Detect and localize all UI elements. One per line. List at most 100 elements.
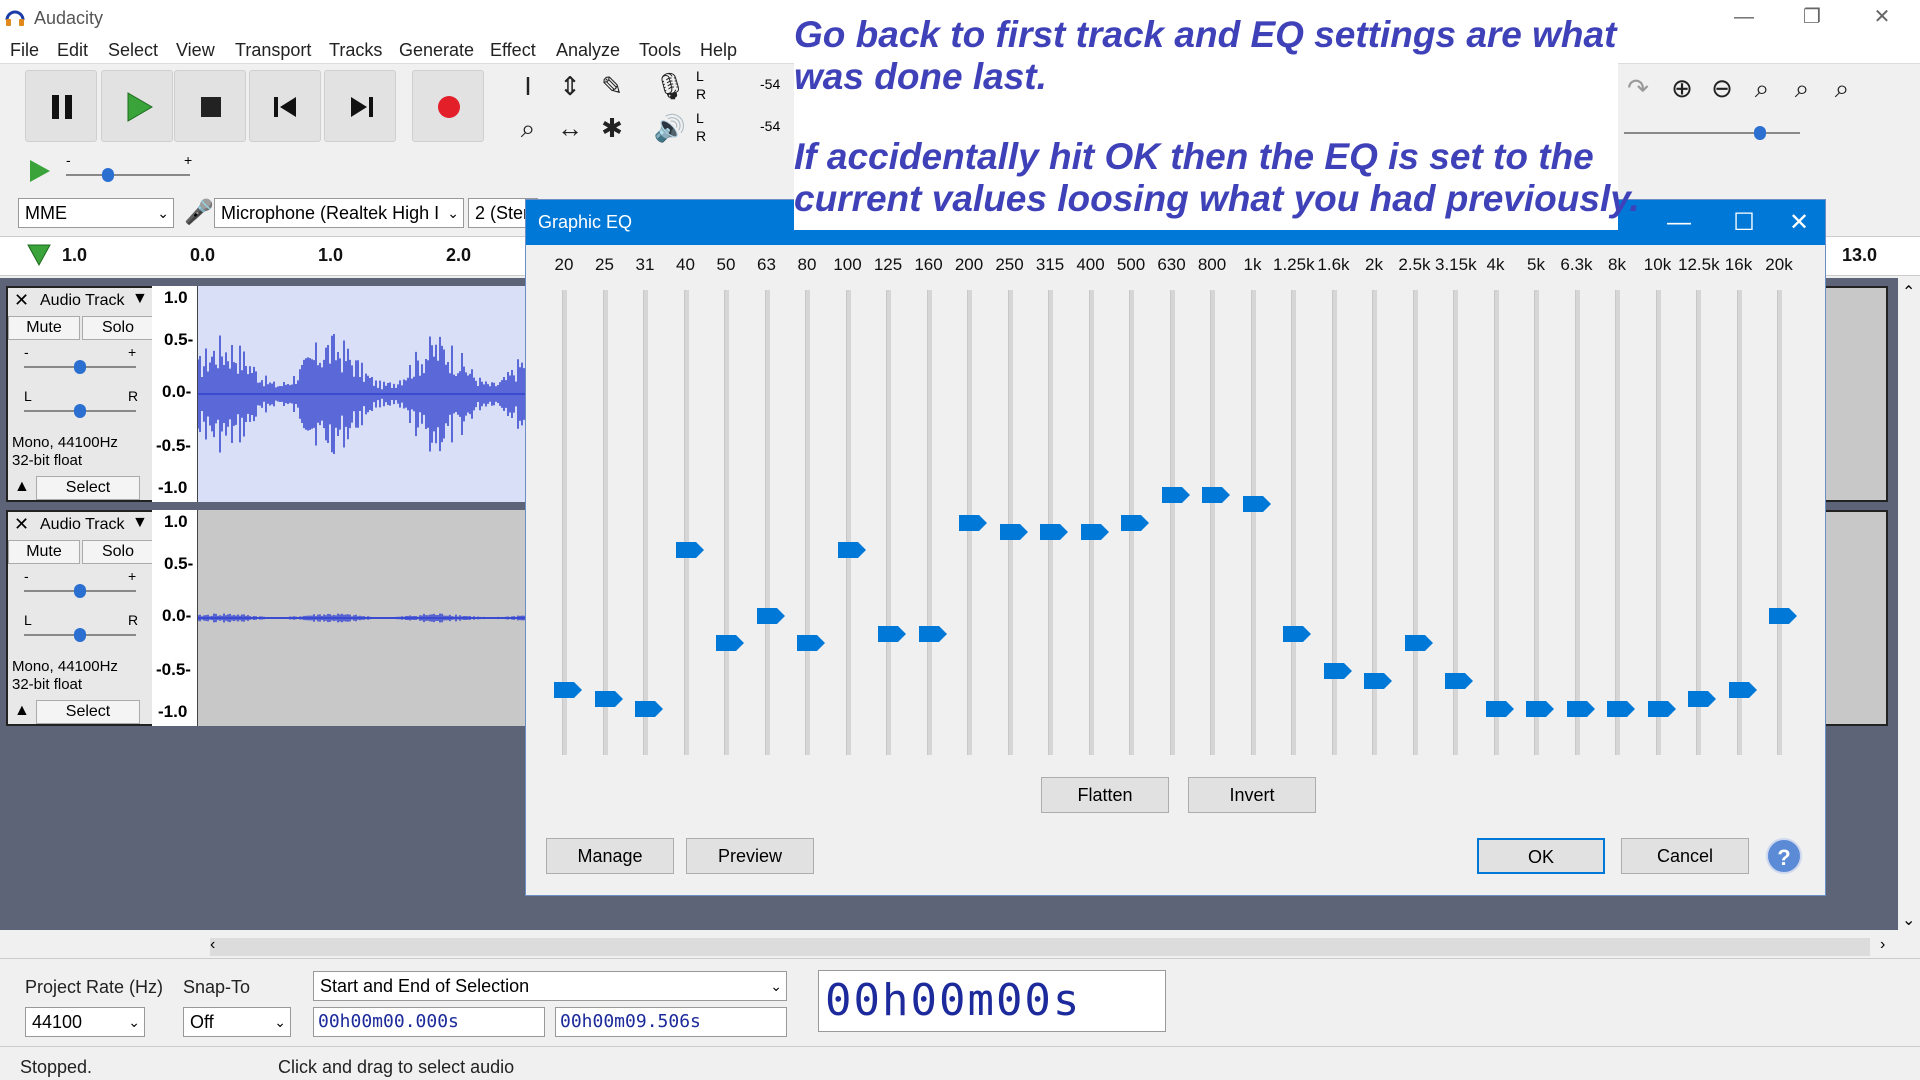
- ok-button[interactable]: OK: [1477, 838, 1605, 874]
- eq-band-thumb[interactable]: [1769, 607, 1797, 624]
- scroll-left-icon[interactable]: ‹: [210, 936, 215, 954]
- menu-transport[interactable]: Transport: [235, 40, 311, 61]
- eq-band-thumb[interactable]: [1121, 514, 1149, 531]
- eq-band-track[interactable]: [1007, 290, 1013, 755]
- restore-button[interactable]: ❐: [1784, 0, 1840, 34]
- eq-band-track[interactable]: [1331, 290, 1337, 755]
- eq-band-thumb[interactable]: [1526, 700, 1554, 717]
- eq-band-track[interactable]: [1696, 290, 1701, 755]
- microphone-icon[interactable]: 🎙: [652, 68, 688, 104]
- pause-button[interactable]: [25, 70, 97, 142]
- draw-tool-icon[interactable]: ✎: [594, 68, 630, 104]
- waveform-track-2[interactable]: [197, 510, 526, 726]
- menu-analyze[interactable]: Analyze: [556, 40, 620, 61]
- eq-band-track[interactable]: [1412, 290, 1418, 755]
- menu-file[interactable]: File: [10, 40, 39, 61]
- eq-band-thumb[interactable]: [1161, 486, 1190, 503]
- envelope-tool-icon[interactable]: ⇕: [552, 68, 588, 104]
- eq-band-thumb[interactable]: [1607, 700, 1635, 717]
- host-select[interactable]: MME ⌄: [18, 198, 174, 228]
- track-name-menu[interactable]: Audio Track: [40, 292, 124, 310]
- eq-band-thumb[interactable]: [1647, 700, 1676, 717]
- gain-slider-thumb[interactable]: [74, 584, 86, 598]
- speaker-icon[interactable]: 🔊: [652, 110, 688, 146]
- menu-edit[interactable]: Edit: [57, 40, 88, 61]
- eq-band-track[interactable]: [602, 290, 608, 755]
- audio-position-display[interactable]: 00h00m00s: [818, 970, 1166, 1032]
- play-meter-level[interactable]: -54: [760, 118, 780, 134]
- vertical-scrollbar[interactable]: [1898, 278, 1920, 930]
- selection-end-time[interactable]: 00h00m09.506s: [555, 1007, 787, 1037]
- speed-slider-thumb[interactable]: [102, 168, 114, 182]
- eq-band-thumb[interactable]: [1485, 700, 1514, 717]
- flatten-button[interactable]: Flatten: [1041, 777, 1169, 813]
- menu-effect[interactable]: Effect: [490, 40, 536, 61]
- eq-band-thumb[interactable]: [594, 691, 623, 708]
- select-track-button[interactable]: Select: [36, 476, 140, 500]
- eq-band-thumb[interactable]: [1202, 486, 1230, 503]
- eq-band-thumb[interactable]: [1283, 626, 1311, 643]
- record-meter-level[interactable]: -54: [760, 76, 780, 92]
- collapse-icon[interactable]: ▲: [14, 478, 30, 496]
- eq-band-thumb[interactable]: [635, 700, 663, 717]
- redo-icon[interactable]: ↷: [1620, 70, 1656, 106]
- close-icon[interactable]: ✕: [14, 290, 29, 311]
- scroll-down-icon[interactable]: ⌄: [1902, 910, 1915, 930]
- close-button[interactable]: ✕: [1854, 0, 1910, 34]
- menu-view[interactable]: View: [176, 40, 215, 61]
- stop-button[interactable]: [174, 70, 246, 142]
- eq-band-thumb[interactable]: [797, 635, 825, 652]
- invert-button[interactable]: Invert: [1188, 777, 1316, 813]
- horizontal-scrollbar[interactable]: [210, 938, 1870, 956]
- eq-band-thumb[interactable]: [1404, 635, 1433, 652]
- menu-tracks[interactable]: Tracks: [329, 40, 382, 61]
- gain-slider-thumb[interactable]: [74, 360, 86, 374]
- selection-tool-icon[interactable]: I: [510, 68, 546, 104]
- eq-band-thumb[interactable]: [1323, 663, 1352, 680]
- selection-start-time[interactable]: 00h00m00.000s: [313, 1007, 545, 1037]
- eq-band-thumb[interactable]: [1364, 672, 1392, 689]
- play-button[interactable]: [101, 70, 173, 142]
- eq-band-thumb[interactable]: [959, 514, 987, 531]
- eq-band-track[interactable]: [1048, 290, 1053, 755]
- eq-band-thumb[interactable]: [918, 626, 947, 643]
- record-button[interactable]: [412, 70, 484, 142]
- eq-band-thumb[interactable]: [1040, 523, 1068, 540]
- close-icon[interactable]: ✕: [14, 514, 29, 535]
- skip-end-button[interactable]: [324, 70, 396, 142]
- eq-band-track[interactable]: [1493, 290, 1499, 755]
- eq-band-track[interactable]: [1291, 290, 1296, 755]
- eq-band-thumb[interactable]: [1445, 672, 1473, 689]
- eq-band-track[interactable]: [764, 290, 770, 755]
- collapse-icon[interactable]: ▲: [14, 702, 30, 720]
- fit-project-icon[interactable]: ⌕: [1784, 70, 1820, 106]
- zoom-tool-icon[interactable]: ⌕: [510, 110, 546, 146]
- preview-button[interactable]: Preview: [686, 838, 814, 874]
- snap-to-select[interactable]: Off ⌄: [183, 1007, 291, 1037]
- eq-band-thumb[interactable]: [716, 635, 744, 652]
- zoom-in-icon[interactable]: ⊕: [1664, 70, 1700, 106]
- solo-button[interactable]: Solo: [82, 540, 154, 564]
- eq-band-track[interactable]: [1534, 290, 1539, 755]
- project-rate-select[interactable]: 44100 ⌄: [25, 1007, 145, 1037]
- menu-select[interactable]: Select: [108, 40, 158, 61]
- eq-band-thumb[interactable]: [837, 542, 866, 559]
- fit-selection-icon[interactable]: ⌕: [1744, 70, 1780, 106]
- zoom-toggle-icon[interactable]: ⌕: [1824, 70, 1860, 106]
- eq-band-track[interactable]: [1169, 290, 1175, 755]
- select-track-button[interactable]: Select: [36, 700, 140, 724]
- eq-band-track[interactable]: [1655, 290, 1661, 755]
- mute-button[interactable]: Mute: [8, 540, 80, 564]
- eq-band-thumb[interactable]: [554, 681, 582, 698]
- cancel-button[interactable]: Cancel: [1621, 838, 1749, 874]
- pan-slider-thumb[interactable]: [74, 404, 86, 418]
- menu-tools[interactable]: Tools: [639, 40, 681, 61]
- eq-band-track[interactable]: [1777, 290, 1782, 755]
- eq-band-thumb[interactable]: [756, 607, 785, 624]
- multi-tool-icon[interactable]: ✱: [594, 110, 630, 146]
- menu-help[interactable]: Help: [700, 40, 737, 61]
- eq-band-track[interactable]: [724, 290, 729, 755]
- solo-button[interactable]: Solo: [82, 316, 154, 340]
- playback-speed-thumb[interactable]: [1754, 126, 1766, 140]
- scroll-right-icon[interactable]: ›: [1880, 936, 1885, 954]
